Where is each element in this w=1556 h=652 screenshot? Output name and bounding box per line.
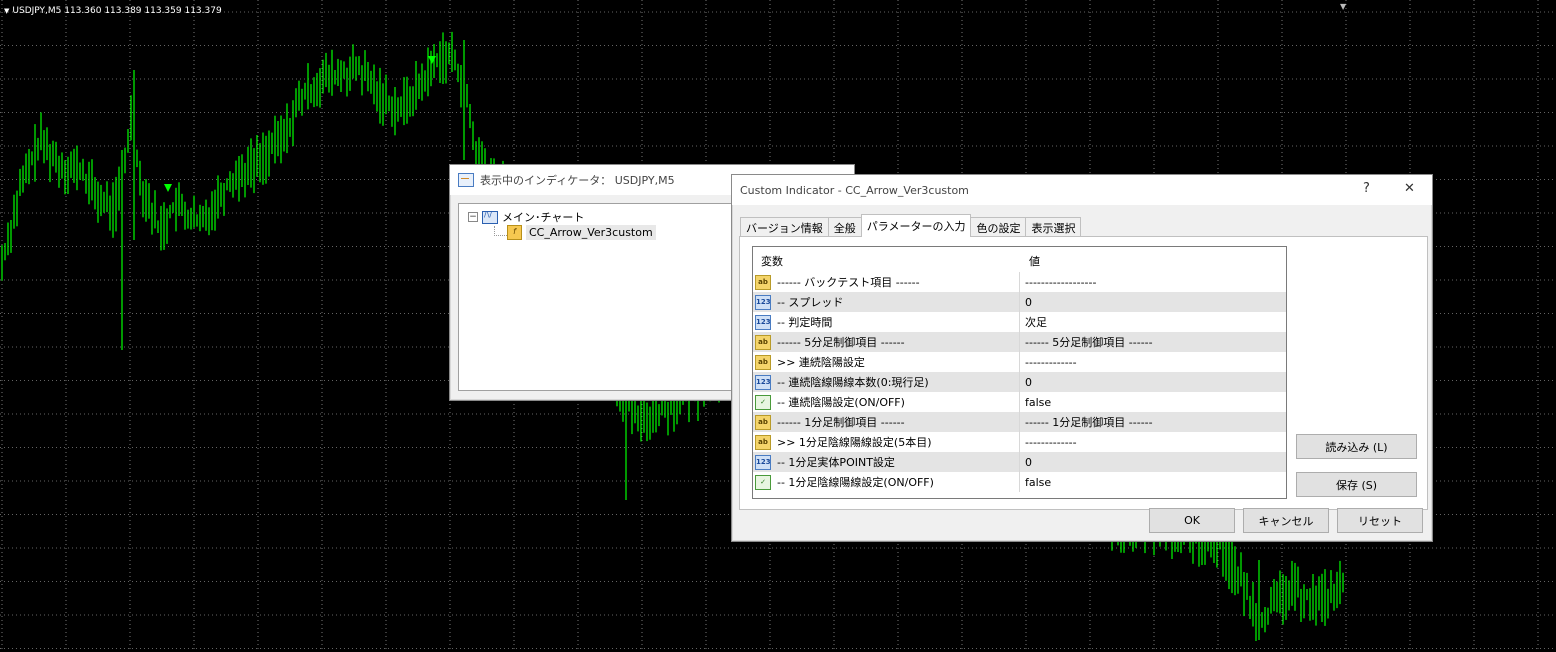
close-button[interactable]: ✕ [1404, 181, 1415, 196]
table-row[interactable]: 123 -- 連続陰線陽線本数(0:現行足) 0 [753, 372, 1286, 392]
boolean-type-icon: ✓ [755, 394, 771, 410]
string-type-icon: ab [755, 354, 771, 370]
cancel-button[interactable]: キャンセル [1243, 508, 1329, 533]
tab-visualization[interactable]: 表示選択 [1025, 217, 1082, 237]
signal-down-arrow-icon [428, 56, 436, 64]
custom-indicator-dialog: Custom Indicator - CC_Arrow_Ver3custom ?… [731, 174, 1433, 542]
parameters-panel: 変数 値 ab ------ バックテスト項目 ------ -----------… [739, 236, 1428, 510]
param-name-cell: 123 -- スプレッド [755, 292, 843, 312]
param-value[interactable]: false [1019, 472, 1051, 492]
param-name-cell: 123 -- 連続陰線陽線本数(0:現行足) [755, 372, 929, 392]
param-name: >> 連続陰陽設定 [777, 356, 865, 369]
table-row[interactable]: ✓ -- 1分足陰線陽線設定(ON/OFF) false [753, 472, 1286, 492]
param-name-cell: ✓ -- 連続陰陽設定(ON/OFF) [755, 392, 905, 412]
param-name-cell: ✓ -- 1分足陰線陽線設定(ON/OFF) [755, 472, 934, 492]
tree-connector [494, 226, 507, 236]
param-name-cell: ab >> 1分足陰線陽線設定(5本目) [755, 432, 932, 452]
signal-down-arrow-icon [164, 184, 172, 192]
load-button[interactable]: 読み込み (L) [1296, 434, 1417, 459]
header-value[interactable]: 値 [1029, 253, 1040, 269]
param-value[interactable]: 次足 [1019, 312, 1047, 332]
table-row[interactable]: ab >> 1分足陰線陽線設定(5本目) ------------- [753, 432, 1286, 452]
custom-indicator-icon: f [507, 225, 522, 240]
param-name: ------ 5分足制御項目 ------ [777, 336, 905, 349]
string-type-icon: ab [755, 434, 771, 450]
collapse-icon[interactable]: − [468, 212, 478, 222]
param-name-cell: 123 -- 1分足実体POINT設定 [755, 452, 895, 472]
param-name-cell: ab ------ 1分足制御項目 ------ [755, 412, 905, 432]
tree-root-main-chart[interactable]: − メイン･チャート [468, 209, 584, 225]
chart-header: ▼ USDJPY,M5 113.360 113.389 113.359 113.3… [4, 6, 222, 16]
param-name: >> 1分足陰線陽線設定(5本目) [777, 436, 932, 449]
param-value[interactable]: ------ 5分足制御項目 ------ [1019, 332, 1153, 352]
table-header: 変数 値 [753, 247, 1286, 271]
indicator-tree[interactable]: − メイン･チャート f CC_Arrow_Ver3custom [458, 203, 750, 391]
save-button[interactable]: 保存 (S) [1296, 472, 1417, 497]
boolean-type-icon: ✓ [755, 474, 771, 490]
param-name-cell: ab ------ 5分足制御項目 ------ [755, 332, 905, 352]
param-name-cell: ab >> 連続陰陽設定 [755, 352, 865, 372]
table-row[interactable]: ab ------ 1分足制御項目 ------ ------ 1分足制御項目 --… [753, 412, 1286, 432]
param-name: ------ 1分足制御項目 ------ [777, 416, 905, 429]
table-row[interactable]: 123 -- 1分足実体POINT設定 0 [753, 452, 1286, 472]
header-variable[interactable]: 変数 [761, 253, 783, 269]
integer-type-icon: 123 [755, 374, 771, 390]
ok-button[interactable]: OK [1149, 508, 1235, 533]
param-name: ------ バックテスト項目 ------ [777, 276, 920, 289]
dialog-tabs: バージョン情報 全般 パラメーターの入力 色の設定 表示選択 [740, 214, 1082, 237]
string-type-icon: ab [755, 334, 771, 350]
param-value[interactable]: ------------- [1019, 352, 1077, 372]
string-type-icon: ab [755, 274, 771, 290]
tab-general[interactable]: 全般 [827, 217, 862, 237]
table-row[interactable]: ab ------ 5分足制御項目 ------ ------ 5分足制御項目 --… [753, 332, 1286, 352]
table-row[interactable]: ✓ -- 連続陰陽設定(ON/OFF) false [753, 392, 1286, 412]
param-value[interactable]: 0 [1019, 372, 1032, 392]
chart-shift-marker-icon[interactable]: ▼ [1340, 2, 1346, 11]
param-value[interactable]: ------------- [1019, 432, 1077, 452]
string-type-icon: ab [755, 414, 771, 430]
param-name-cell: 123 -- 判定時間 [755, 312, 832, 332]
integer-type-icon: 123 [755, 314, 771, 330]
param-value[interactable]: 0 [1019, 292, 1032, 312]
param-value[interactable]: ------------------ [1019, 272, 1096, 292]
param-name: -- 1分足実体POINT設定 [777, 456, 895, 469]
param-name-cell: ab ------ バックテスト項目 ------ [755, 272, 920, 292]
table-row[interactable]: 123 -- スプレッド 0 [753, 292, 1286, 312]
indicators-window-title: 表示中のインディケータ： USDJPY,M5 [480, 174, 675, 187]
tree-root-label: メイン･チャート [502, 211, 585, 224]
tab-input-parameters[interactable]: パラメーターの入力 [860, 214, 972, 237]
param-value[interactable]: 0 [1019, 452, 1032, 472]
indicator-list-icon [458, 173, 474, 187]
tab-colors[interactable]: 色の設定 [970, 217, 1027, 237]
chart-symbol: USDJPY,M5 [12, 6, 62, 16]
table-row[interactable]: 123 -- 判定時間 次足 [753, 312, 1286, 332]
chart-ohlc: 113.360 113.389 113.359 113.379 [64, 6, 222, 16]
tab-version-info[interactable]: バージョン情報 [740, 217, 829, 237]
param-name: -- 判定時間 [777, 316, 833, 329]
tree-item-label: CC_Arrow_Ver3custom [526, 225, 656, 240]
integer-type-icon: 123 [755, 294, 771, 310]
table-row[interactable]: ab >> 連続陰陽設定 ------------- [753, 352, 1286, 372]
param-name: -- 1分足陰線陽線設定(ON/OFF) [777, 476, 934, 489]
chart-menu-triangle-icon[interactable]: ▼ [4, 7, 9, 15]
dialog-title: Custom Indicator - CC_Arrow_Ver3custom [740, 183, 969, 197]
parameters-table[interactable]: 変数 値 ab ------ バックテスト項目 ------ -----------… [752, 246, 1287, 499]
chart-icon [482, 210, 498, 224]
param-value[interactable]: false [1019, 392, 1051, 412]
reset-button[interactable]: リセット [1337, 508, 1423, 533]
param-name: -- スプレッド [777, 296, 844, 309]
param-value[interactable]: ------ 1分足制御項目 ------ [1019, 412, 1153, 432]
integer-type-icon: 123 [755, 454, 771, 470]
help-button[interactable]: ? [1363, 181, 1370, 196]
param-name: -- 連続陰陽設定(ON/OFF) [777, 396, 905, 409]
table-row[interactable]: ab ------ バックテスト項目 ------ ----------------… [753, 272, 1286, 292]
tree-item-indicator[interactable]: f CC_Arrow_Ver3custom [507, 225, 656, 240]
dialog-titlebar[interactable]: Custom Indicator - CC_Arrow_Ver3custom ?… [732, 175, 1432, 205]
param-name: -- 連続陰線陽線本数(0:現行足) [777, 376, 929, 389]
